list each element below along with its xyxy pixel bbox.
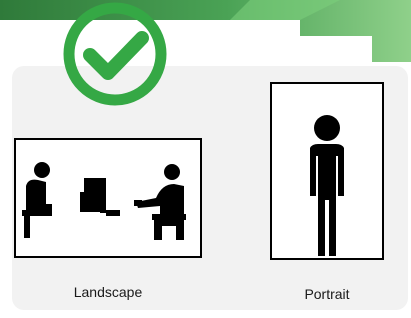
portrait-preview-frame xyxy=(270,82,384,260)
selected-indicator xyxy=(56,2,174,106)
office-meeting-scene-icon xyxy=(22,162,186,240)
portrait-option[interactable]: Portrait xyxy=(270,82,384,304)
landscape-label: Landscape xyxy=(73,284,143,300)
landscape-option[interactable]: Landscape xyxy=(14,138,202,306)
standing-person-icon xyxy=(310,115,344,256)
landscape-preview-frame xyxy=(14,138,202,258)
portrait-label: Portrait xyxy=(304,286,350,302)
checkmark-icon xyxy=(63,2,167,106)
